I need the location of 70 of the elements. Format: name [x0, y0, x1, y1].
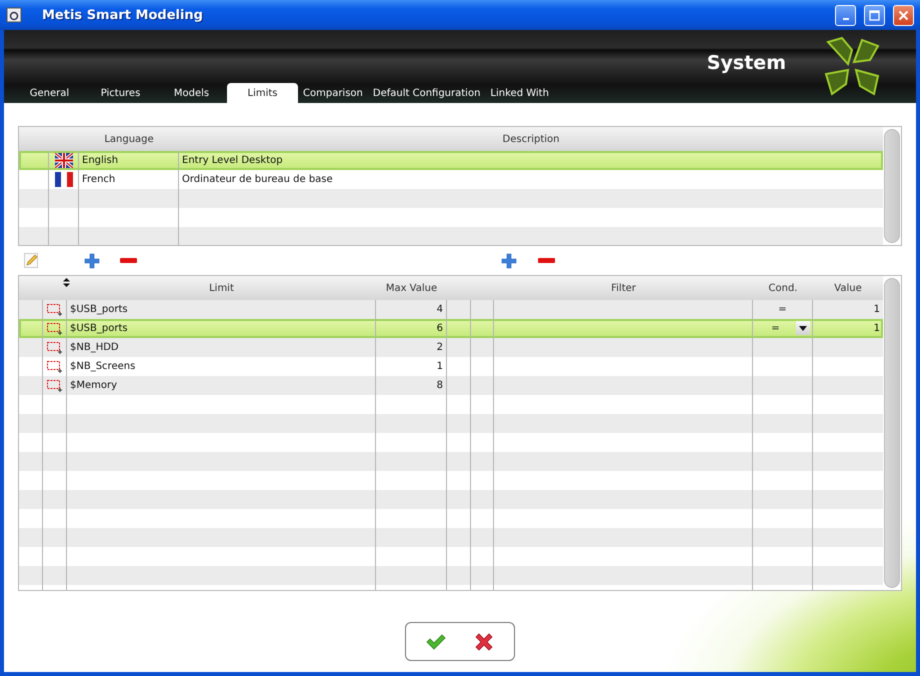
sort-icon[interactable] [63, 278, 70, 287]
table-row[interactable]: $NB_HDD 2 [19, 338, 883, 357]
section-title: System [706, 52, 786, 74]
column-header[interactable]: Description [179, 127, 883, 151]
edit-button[interactable] [24, 253, 39, 268]
confirm-button[interactable] [426, 634, 446, 650]
add-button[interactable] [501, 252, 517, 268]
column-header[interactable]: Filter [494, 276, 753, 300]
table-row[interactable]: $USB_ports 6 = 1 [19, 319, 883, 338]
window-title: Metis Smart Modeling [41, 8, 204, 22]
column-header[interactable]: Value [813, 276, 883, 300]
tab[interactable]: Default Configuration [368, 83, 486, 103]
cross-icon [474, 632, 494, 652]
dashed-rectangle-icon [46, 304, 62, 316]
minimize-icon [842, 18, 848, 20]
table-cell: 2 [436, 342, 443, 353]
column-header[interactable]: Max Value [376, 276, 447, 300]
table-cell: $NB_HDD [70, 342, 119, 353]
table-cell: 8 [436, 380, 443, 391]
dashed-rectangle-icon [46, 380, 62, 392]
checkmark-icon [426, 634, 446, 650]
maximize-button[interactable] [864, 4, 885, 26]
table-cell: $USB_ports [70, 323, 128, 334]
close-icon [898, 10, 909, 20]
caret-down-icon [799, 326, 807, 330]
table-cell: 4 [436, 304, 443, 315]
condition-dropdown-value[interactable]: = [771, 323, 780, 334]
table-cell: $USB_ports [70, 304, 128, 315]
minimize-button[interactable] [835, 4, 856, 26]
table-cell: $NB_Screens [70, 361, 136, 372]
column-header[interactable]: Limit [67, 276, 376, 300]
plus-icon [84, 252, 100, 268]
tab[interactable]: General [14, 83, 85, 103]
table-cell: Ordinateur de bureau de base [182, 174, 333, 185]
scrollbar-thumb[interactable] [884, 129, 900, 243]
dashed-rectangle-icon [46, 322, 62, 334]
close-button[interactable] [893, 4, 914, 26]
table-cell: 6 [436, 323, 443, 334]
table-cell: French [82, 174, 116, 185]
scrollbar-thumb[interactable] [884, 278, 900, 588]
table-row[interactable]: $USB_ports 4 = 1 [19, 300, 883, 319]
table-cell: English [82, 155, 118, 166]
table-cell: Entry Level Desktop [182, 155, 283, 166]
table-row[interactable]: English Entry Level Desktop [19, 151, 883, 170]
tab[interactable]: Linked With [485, 83, 554, 103]
add-button[interactable] [84, 252, 100, 268]
column-header[interactable]: Cond. [753, 276, 813, 300]
union-jack-flag-icon [54, 153, 72, 168]
table-cell: = [778, 304, 787, 315]
app-icon [6, 7, 22, 23]
cancel-button[interactable] [474, 632, 494, 652]
table-cell: 1 [874, 304, 880, 315]
minus-icon [120, 258, 137, 263]
minus-icon [538, 258, 555, 263]
dropdown-button[interactable] [796, 321, 810, 335]
tab[interactable]: Comparison [298, 83, 368, 103]
dashed-rectangle-icon [46, 360, 62, 372]
dashed-rectangle-icon [46, 342, 62, 354]
table-cell: $Memory [70, 380, 118, 391]
tricolour-flag-icon [54, 172, 72, 187]
maximize-icon [869, 10, 880, 20]
tab[interactable]: Limits [227, 83, 298, 103]
table-cell: 1 [436, 361, 443, 372]
tab[interactable]: Pictures [85, 83, 156, 103]
column-header[interactable]: Language [79, 127, 179, 151]
pencil-icon [24, 253, 39, 268]
table-cell: 1 [874, 323, 880, 334]
table-row[interactable]: $Memory 8 [19, 376, 883, 395]
plus-icon [501, 252, 517, 268]
tab[interactable]: Models [156, 83, 227, 103]
